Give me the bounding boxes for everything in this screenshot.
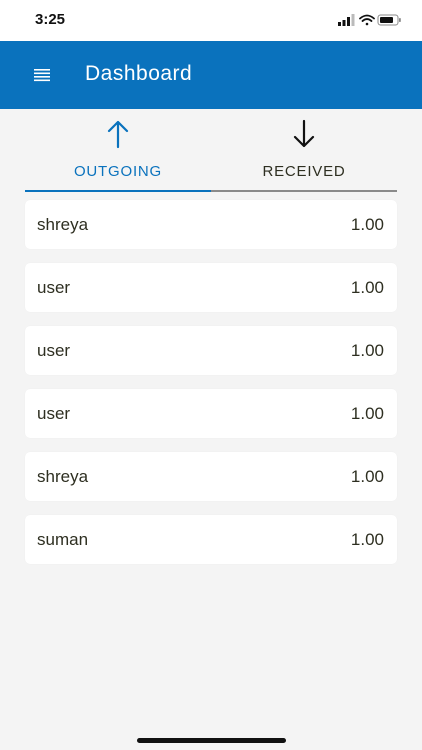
list-item[interactable]: user 1.00 [25,389,397,438]
hamburger-menu-icon[interactable] [32,66,52,84]
list-item-name: shreya [37,467,89,486]
status-time: 3:25 [35,11,66,28]
battery-icon [377,14,401,26]
list-item-name: user [37,341,71,360]
list-item-name: suman [37,530,89,549]
list-item-amount: 1.00 [350,341,384,360]
tab-selected-indicator [25,190,211,192]
list-item[interactable]: user 1.00 [25,263,397,312]
signal-icon [338,14,355,26]
arrow-down-icon [211,119,397,151]
list-item-amount: 1.00 [350,404,384,423]
list-item-amount: 1.00 [350,278,384,297]
tab-received-label: RECEIVED [262,163,346,180]
status-bar: 3:25 [0,0,422,41]
app-bar: Dashboard [0,41,422,109]
arrow-up-icon [25,119,211,151]
tab-outgoing[interactable]: OUTGOING [25,109,211,191]
list-item-name: user [37,404,71,423]
list-item-name: user [37,278,71,297]
page-title: Dashboard [85,62,193,85]
list-item-amount: 1.00 [350,530,384,549]
home-indicator[interactable] [137,738,286,743]
wifi-icon [359,14,375,26]
tab-outgoing-label: OUTGOING [73,163,163,180]
tab-bar: OUTGOING RECEIVED [25,109,397,193]
list-item-amount: 1.00 [350,467,384,486]
list-item[interactable]: suman 1.00 [25,515,397,564]
list-item-amount: 1.00 [350,215,384,234]
list-item[interactable]: user 1.00 [25,326,397,375]
transaction-list: shreya 1.00 user 1.00 user 1.00 user 1.0… [25,200,397,578]
tab-received[interactable]: RECEIVED [211,109,397,191]
list-item[interactable]: shreya 1.00 [25,200,397,249]
status-icons [338,13,402,27]
list-item[interactable]: shreya 1.00 [25,452,397,501]
list-item-name: shreya [37,215,89,234]
